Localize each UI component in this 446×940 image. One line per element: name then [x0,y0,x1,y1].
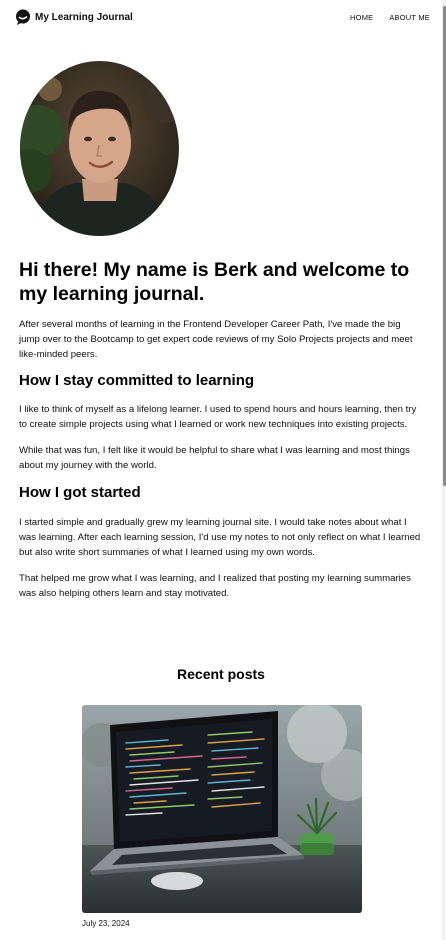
nav-link-home[interactable]: HOME [350,13,373,22]
site-header: My Learning Journal HOME ABOUT ME [0,0,442,36]
section-committed-paragraph-2: While that was fun, I felt like it would… [19,445,410,471]
post-thumbnail[interactable] [82,705,362,913]
laptop-code-image [82,705,362,913]
section-committed-heading: How I stay committed to learning [19,372,255,389]
chat-bubble-icon [16,9,30,25]
section-started-paragraph-1: I started simple and gradually grew my l… [19,517,421,558]
section-started-paragraph-2: That helped me grow what I was learning,… [19,573,411,599]
site-logo[interactable]: My Learning Journal [15,9,133,25]
main-nav: HOME ABOUT ME [334,13,430,22]
nav-link-about-me[interactable]: ABOUT ME [389,13,430,22]
portrait-image [20,61,179,236]
section-started-heading: How I got started [19,484,141,501]
site-title: My Learning Journal [35,11,133,23]
intro-paragraph: After several months of learning in the … [19,319,413,360]
post-card[interactable]: July 23, 2024 [82,705,362,928]
post-date: July 23, 2024 [82,919,130,928]
main-content: Hi there! My name is Berk and welcome to… [19,258,421,601]
section-committed-paragraph-1: I like to think of myself as a lifelong … [19,404,417,430]
hero-portrait [20,61,179,236]
recent-posts-heading: Recent posts [177,666,265,682]
page-scrollbar[interactable] [442,0,446,940]
intro-heading: Hi there! My name is Berk and welcome to… [19,259,410,305]
